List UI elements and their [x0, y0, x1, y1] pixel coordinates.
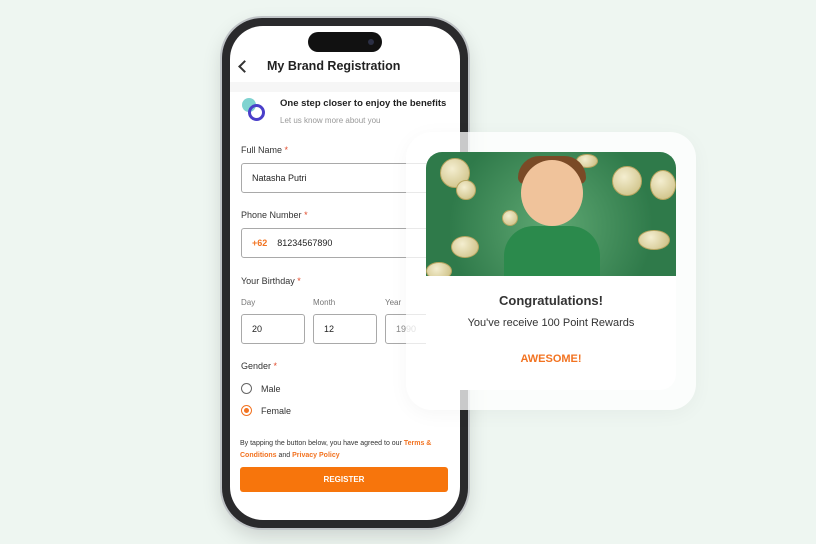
radio-checked-icon[interactable]: [241, 405, 252, 416]
divider: [230, 82, 460, 92]
month-input[interactable]: 12: [313, 314, 377, 344]
celebration-image: [426, 152, 676, 276]
reward-popup: Congratulations! You've receive 100 Poin…: [406, 132, 696, 410]
popup-title: Congratulations!: [499, 293, 603, 308]
phone-label: Phone Number *: [241, 210, 308, 220]
year-label: Year: [385, 298, 402, 307]
gender-label: Gender *: [241, 361, 278, 371]
gender-option-female[interactable]: Female: [241, 405, 291, 416]
awesome-button[interactable]: AWESOME!: [426, 353, 676, 365]
dynamic-island: [308, 32, 382, 52]
popup-message: You've receive 100 Point Rewards: [467, 317, 635, 329]
app-header: My Brand Registration: [230, 54, 460, 78]
gender-option-male[interactable]: Male: [241, 383, 281, 394]
intro-subtitle: Let us know more about you: [280, 116, 381, 125]
privacy-link[interactable]: Privacy Policy: [292, 452, 339, 459]
brand-logo-icon: [242, 98, 268, 124]
camera-icon: [368, 39, 374, 45]
reward-card: Congratulations! You've receive 100 Poin…: [426, 152, 676, 390]
intro-title: One step closer to enjoy the benefits: [280, 98, 447, 109]
terms-text: By tapping the button below, you have ag…: [240, 440, 432, 459]
birthday-label: Your Birthday *: [241, 276, 301, 286]
back-arrow-icon[interactable]: [238, 59, 251, 73]
month-label: Month: [313, 298, 336, 307]
full-name-label: Full Name *: [241, 145, 289, 155]
radio-unchecked-icon[interactable]: [241, 383, 252, 394]
page-title: My Brand Registration: [267, 59, 401, 73]
day-label: Day: [241, 298, 256, 307]
intro-section: One step closer to enjoy the benefits Le…: [242, 96, 446, 125]
country-code[interactable]: +62: [252, 238, 267, 248]
register-button[interactable]: REGISTER: [240, 467, 448, 492]
day-input[interactable]: 20: [241, 314, 305, 344]
